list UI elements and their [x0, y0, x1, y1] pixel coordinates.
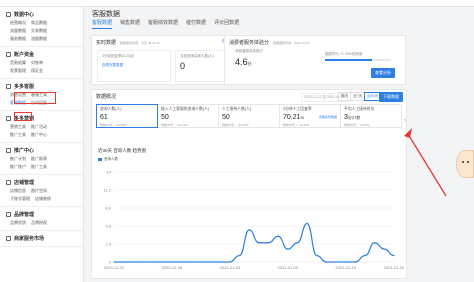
annotation-arrow — [404, 128, 447, 197]
kpi-card[interactable]: 咨询人数(人) 61 较前30天 ↓ -30.68% — [96, 104, 158, 128]
arrow-head — [404, 128, 412, 138]
kpi-label: 咨询人数(人) — [100, 107, 122, 111]
kpi-compare: 较前30天 ↓ -30.68% — [100, 123, 127, 127]
kpi-value: 61 — [100, 114, 108, 121]
